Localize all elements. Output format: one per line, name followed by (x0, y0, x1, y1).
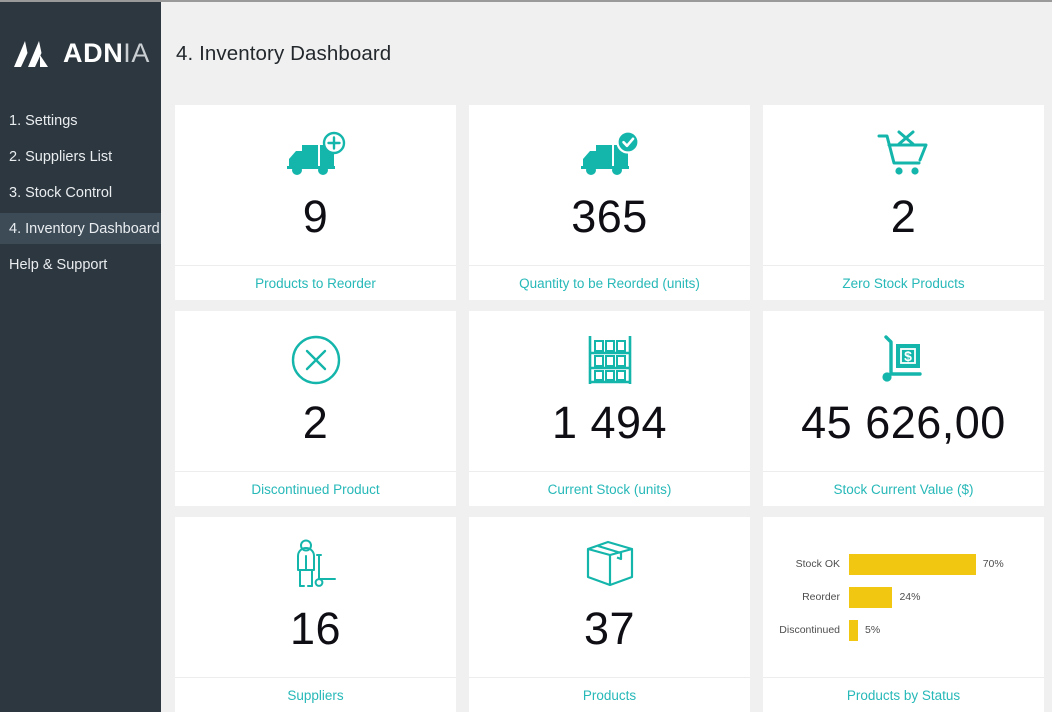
sidebar-item-help-support[interactable]: Help & Support (0, 249, 161, 280)
adnia-logo-icon (10, 37, 52, 71)
worker-dolly-icon (289, 538, 343, 594)
chart-card-products-by-status[interactable]: Stock OK 70% Reorder 24% Discontinued (763, 517, 1044, 712)
card-body: 2 (763, 105, 1044, 266)
page-header: 4. Inventory Dashboard (161, 2, 1052, 105)
sidebar-item-label: 4. Inventory Dashboard (9, 221, 160, 237)
kpi-label: Suppliers (175, 678, 456, 712)
kpi-value: 2 (303, 400, 329, 445)
kpi-label: Zero Stock Products (763, 266, 1044, 300)
bar-value-label: 24% (899, 591, 920, 603)
package-box-icon (583, 538, 637, 594)
bar-track: 70% (849, 554, 1030, 575)
sidebar-item-label: 3. Stock Control (9, 185, 112, 201)
main-content: 4. Inventory Dashboard (161, 2, 1052, 712)
kpi-card-products[interactable]: 37 Products (469, 517, 750, 712)
kpi-grid: 9 Products to Reorder (161, 105, 1052, 712)
bar-chart: Stock OK 70% Reorder 24% Discontinued (763, 517, 1044, 678)
svg-text:$: $ (904, 348, 912, 364)
brand-wordmark: ADNIA (63, 40, 150, 67)
chart-label: Products by Status (763, 678, 1044, 712)
kpi-card-discontinued-product[interactable]: 2 Discontinued Product (175, 311, 456, 506)
kpi-card-current-stock[interactable]: 1 494 Current Stock (units) (469, 311, 750, 506)
dolly-money-icon: $ (878, 332, 930, 388)
page-title: 4. Inventory Dashboard (176, 42, 391, 66)
kpi-value: 365 (571, 194, 648, 239)
bar-category-label: Reorder (773, 591, 849, 603)
warehouse-rack-icon (585, 332, 635, 388)
truck-check-icon (578, 126, 642, 182)
kpi-value: 45 626,00 (801, 400, 1006, 445)
sidebar-item-settings[interactable]: 1. Settings (0, 105, 161, 136)
kpi-label: Stock Current Value ($) (763, 472, 1044, 506)
bar-value-label: 70% (983, 558, 1004, 570)
brand-wordmark-bold: ADN (63, 38, 123, 68)
kpi-value: 2 (891, 194, 917, 239)
bar-track: 24% (849, 587, 1030, 608)
kpi-label: Products to Reorder (175, 266, 456, 300)
sidebar-item-stock-control[interactable]: 3. Stock Control (0, 177, 161, 208)
kpi-label: Current Stock (units) (469, 472, 750, 506)
bar-value-label: 5% (865, 624, 880, 636)
card-body: 37 (469, 517, 750, 678)
sidebar-item-label: Help & Support (9, 257, 107, 273)
card-body: 2 (175, 311, 456, 472)
card-body: 9 (175, 105, 456, 266)
card-body: 16 (175, 517, 456, 678)
bar-fill (849, 620, 858, 641)
kpi-card-products-to-reorder[interactable]: 9 Products to Reorder (175, 105, 456, 300)
card-body: 1 494 (469, 311, 750, 472)
bar-category-label: Stock OK (773, 558, 849, 570)
kpi-label: Products (469, 678, 750, 712)
bar-row: Discontinued 5% (773, 614, 1030, 647)
sidebar-nav: 1. Settings 2. Suppliers List 3. Stock C… (0, 105, 161, 280)
bar-fill (849, 587, 892, 608)
bar-fill (849, 554, 976, 575)
card-body: 365 (469, 105, 750, 266)
sidebar-item-inventory-dashboard[interactable]: 4. Inventory Dashboard (0, 213, 161, 244)
kpi-value: 1 494 (552, 400, 667, 445)
brand-wordmark-light: IA (123, 38, 150, 68)
bar-category-label: Discontinued (773, 624, 849, 636)
kpi-label: Discontinued Product (175, 472, 456, 506)
kpi-label: Quantity to be Reorded (units) (469, 266, 750, 300)
kpi-value: 9 (303, 194, 329, 239)
sidebar-item-label: 2. Suppliers List (9, 149, 112, 165)
truck-add-icon (284, 126, 348, 182)
kpi-card-suppliers[interactable]: 16 Suppliers (175, 517, 456, 712)
sidebar-item-suppliers-list[interactable]: 2. Suppliers List (0, 141, 161, 172)
circle-x-icon (290, 332, 342, 388)
brand-logo: ADNIA (0, 2, 161, 105)
kpi-value: 37 (584, 606, 635, 651)
sidebar-item-label: 1. Settings (9, 113, 78, 129)
cart-remove-icon (875, 126, 933, 182)
kpi-card-stock-current-value[interactable]: $ 45 626,00 Stock Current Value ($) (763, 311, 1044, 506)
kpi-card-zero-stock-products[interactable]: 2 Zero Stock Products (763, 105, 1044, 300)
kpi-value: 16 (290, 606, 341, 651)
kpi-card-quantity-to-be-reordered[interactable]: 365 Quantity to be Reorded (units) (469, 105, 750, 300)
bar-row: Reorder 24% (773, 581, 1030, 614)
bar-track: 5% (849, 620, 1030, 641)
card-body: $ 45 626,00 (763, 311, 1044, 472)
bar-row: Stock OK 70% (773, 548, 1030, 581)
sidebar: ADNIA 1. Settings 2. Suppliers List 3. S… (0, 2, 161, 712)
